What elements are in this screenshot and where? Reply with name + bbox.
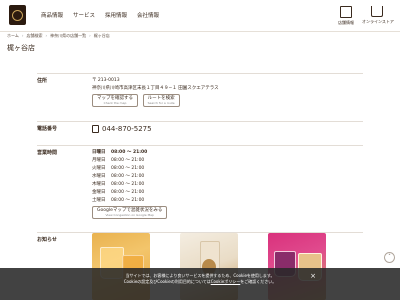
day-label: 月曜日 [92, 158, 106, 163]
hours-label: 営業時間 [37, 150, 58, 156]
address-label: 住所 [37, 78, 48, 84]
day-label: 金曜日 [92, 190, 106, 195]
phone-number: 044-870-5275 [102, 125, 152, 133]
phone-link[interactable]: 044-870-5275 [92, 125, 152, 133]
time-range: 08:00 ～ 21:00 [111, 166, 145, 171]
cookie-text-line2: Cookieの設定及びCookieの利用目的についてはCookieポリシーをご確… [0, 279, 400, 285]
time-range: 08:00 ～ 21:00 [111, 190, 145, 195]
nav-recruit[interactable]: 採用情報 [105, 11, 127, 19]
cookie-policy-link[interactable]: Cookieポリシー [211, 279, 241, 284]
nav-company[interactable]: 会社情報 [137, 11, 159, 19]
brand-logo[interactable] [9, 5, 26, 25]
cookie-banner: 当サイトでは、お客様により良いサービスを提供するため、Cookieを使用します。… [0, 268, 400, 300]
hours-row-tue: 火曜日 08:00 ～ 21:00 [92, 165, 170, 173]
crumb-home[interactable]: ホーム [7, 33, 19, 39]
crumb-store-search[interactable]: 店舗検索 [27, 33, 43, 39]
hours-row-thu: 木曜日 08:00 ～ 21:00 [92, 181, 170, 189]
postal-code: 〒 213-0013 [92, 78, 120, 83]
store-info-link[interactable]: 店舗情報 [331, 6, 361, 26]
day-label: 火曜日 [92, 166, 106, 171]
day-label: 土曜日 [92, 198, 106, 203]
day-label: 木曜日 [92, 182, 106, 187]
time-range: 08:00 ～ 21:00 [111, 158, 145, 163]
cart-icon [371, 6, 383, 17]
phone-row: 電話番号 044-870-5275 [37, 121, 363, 144]
hours-row-mon: 月曜日 08:00 ～ 21:00 [92, 157, 170, 165]
cookie-text-prefix: Cookieの設定及びCookieの利用目的については [123, 279, 211, 284]
online-store-link[interactable]: オンラインストア [362, 6, 394, 25]
main-nav: 商品情報 サービス 採用情報 会社情報 [41, 11, 159, 19]
crumb-current: 梶ヶ谷店 [93, 33, 110, 38]
hours-row-sat: 土曜日 08:00 ～ 21:00 [92, 197, 170, 205]
site-header: 商品情報 サービス 採用情報 会社情報 店舗情報 オンラインストア [0, 0, 400, 32]
online-store-label: オンラインストア [362, 19, 394, 24]
chevron-up-icon: ˄ [388, 254, 391, 260]
cookie-close-button[interactable]: × [309, 272, 317, 280]
day-label: 日曜日 [92, 150, 106, 155]
search-route-sublabel: Search for a route [147, 101, 175, 105]
search-route-button[interactable]: ルートを検索 Search for a route [142, 94, 180, 107]
back-to-top-button[interactable]: ˄ [384, 252, 395, 263]
crumb-separator: › [21, 33, 24, 38]
address-row: 住所 〒 213-0013 神奈川県川崎市高津区末長１丁目４９−１ 田園スクエア… [37, 73, 363, 120]
google-congestion-button[interactable]: Googleマップで混雑状況をみる View Congestion on Goog… [92, 206, 168, 219]
check-map-button[interactable]: マップを確認する Check the map [92, 94, 138, 107]
nav-products[interactable]: 商品情報 [41, 11, 63, 19]
hours-row-wed: 水曜日 08:00 ～ 21:00 [92, 173, 170, 181]
day-label: 水曜日 [92, 174, 106, 179]
crumb-separator: › [89, 33, 91, 38]
check-map-sublabel: Check the map [103, 101, 127, 105]
hours-row-sun: 日曜日 08:00 ～ 21:00 [92, 149, 170, 157]
phone-label: 電話番号 [37, 126, 58, 132]
hours-table: 日曜日 08:00 ～ 21:00 月曜日 08:00 ～ 21:00 火曜日 08:… [92, 149, 170, 219]
time-range: 08:00 ～ 21:00 [111, 150, 148, 155]
logo-emblem [12, 9, 23, 21]
news-label: お知らせ [37, 237, 57, 243]
time-range: 08:00 ～ 21:00 [111, 174, 145, 179]
hours-row: 営業時間 日曜日 08:00 ～ 21:00 月曜日 08:00 ～ 21:00 火… [37, 145, 363, 231]
hours-row-fri: 金曜日 08:00 ～ 21:00 [92, 189, 170, 197]
store-icon [340, 6, 352, 18]
crumb-kanagawa-list[interactable]: 神奈川県の店舗一覧 [50, 33, 86, 39]
address-buttons: マップを確認する Check the map ルートを検索 Search for a… [92, 94, 219, 107]
address-line: 神奈川県川崎市高津区末長１丁目４９−１ 田園スクエアテラス [92, 86, 219, 91]
time-range: 08:00 ～ 21:00 [111, 182, 145, 187]
address-body: 〒 213-0013 神奈川県川崎市高津区末長１丁目４９−１ 田園スクエアテラス… [92, 77, 219, 107]
phone-icon [92, 125, 99, 133]
store-info-label: 店舗情報 [338, 20, 354, 25]
nav-services[interactable]: サービス [73, 11, 95, 19]
crumb-separator: › [45, 33, 48, 38]
time-range: 08:00 ～ 21:00 [111, 198, 145, 203]
cookie-text-suffix: をご確認ください。 [240, 279, 277, 284]
breadcrumb: ホーム › 店舗検索 › 神奈川県の店舗一覧 › 梶ヶ谷店 [7, 33, 110, 39]
google-congestion-sublabel: View Congestion on Google Map [105, 213, 154, 217]
page-title: 梶ヶ谷店 [7, 44, 35, 52]
